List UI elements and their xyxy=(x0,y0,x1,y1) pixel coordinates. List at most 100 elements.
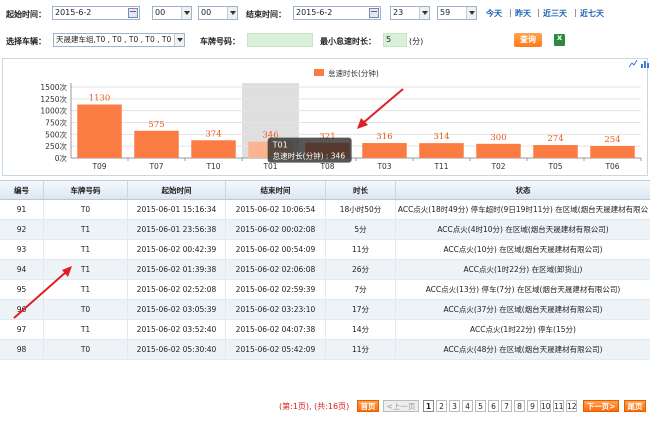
cell-start: 2015-06-02 03:52:40 xyxy=(128,320,226,340)
cell-id: 97 xyxy=(0,320,44,340)
page-number-button[interactable]: 11 xyxy=(553,400,564,412)
page-number-button[interactable]: 5 xyxy=(475,400,486,412)
bar-t10 xyxy=(191,140,236,158)
vehicle-select[interactable]: 天晟建车组,T0 , T0 , T0 , T0 , T0 xyxy=(53,33,185,47)
start-date-input[interactable]: 2015-6-2 xyxy=(52,6,140,20)
calendar-icon[interactable] xyxy=(128,8,138,18)
x-tick-label: T06 xyxy=(604,162,619,171)
col-end: 结束时间 xyxy=(226,181,326,201)
plate-input[interactable] xyxy=(247,33,313,47)
table-row[interactable]: 96 T0 2015-06-02 03:05:39 2015-06-02 03:23:… xyxy=(0,300,650,320)
page-number-button[interactable]: 10 xyxy=(540,400,551,412)
table-row[interactable]: 93 T1 2015-06-02 00:42:39 2015-06-02 00:54:… xyxy=(0,240,650,260)
x-tick-label: T07 xyxy=(148,162,163,171)
data-label: 274 xyxy=(547,134,563,144)
data-label: 314 xyxy=(433,132,449,142)
cell-plate: T1 xyxy=(44,320,128,340)
page-number-button[interactable]: 6 xyxy=(488,400,499,412)
cell-start: 2015-06-02 00:42:39 xyxy=(128,240,226,260)
quick-today-link[interactable]: 今天 xyxy=(486,8,502,19)
table-row[interactable]: 98 T0 2015-06-02 05:30:40 2015-06-02 05:42:… xyxy=(0,340,650,360)
y-tick-label: 0次 xyxy=(55,153,68,163)
col-start: 起始时间 xyxy=(128,181,226,201)
cell-status: ACC点火(48分) 在区域(烟台天晟建材有限公司) xyxy=(443,345,603,354)
calendar-icon[interactable] xyxy=(369,8,379,18)
cell-start: 2015-06-02 01:39:38 xyxy=(128,260,226,280)
min-idle-input[interactable]: 5 xyxy=(383,33,407,47)
page-number-button[interactable]: 12 xyxy=(566,400,577,412)
cell-start: 2015-06-01 23:56:38 xyxy=(128,220,226,240)
end-date-input[interactable]: 2015-6-2 xyxy=(293,6,381,20)
cell-status: ACC点火(10分) 在区域(烟台天晟建材有限公司) xyxy=(443,245,603,254)
x-tick-label: T02 xyxy=(490,162,505,171)
cell-status: ACC点火(18时49分) 停车超时(9日19时11分) 在区域(烟台天晟建材有… xyxy=(397,205,649,214)
page-number-button[interactable]: 4 xyxy=(462,400,473,412)
page-number-button[interactable]: 2 xyxy=(436,400,447,412)
table-row[interactable]: 95 T1 2015-06-02 02:52:08 2015-06-02 02:59:… xyxy=(0,280,650,300)
data-label: 1130 xyxy=(89,94,111,104)
cell-start: 2015-06-01 15:16:34 xyxy=(128,200,226,220)
table-row[interactable]: 91 T0 2015-06-01 15:16:34 2015-06-02 10:06:… xyxy=(0,200,650,220)
cell-status: ACC点火(1时22分) 停车(15分) xyxy=(470,325,576,334)
table-row[interactable]: 94 T1 2015-06-02 01:39:38 2015-06-02 02:06:… xyxy=(0,260,650,280)
x-tick-label: T05 xyxy=(547,162,562,171)
col-plate: 车牌号码 xyxy=(44,181,128,201)
annotation-arrow-line xyxy=(362,88,404,124)
page-number-button[interactable]: 1 xyxy=(423,400,434,412)
cell-duration: 11分 xyxy=(326,340,396,360)
cell-status: ACC点火(4时10分) 在区域(烟台天晟建材有限公司) xyxy=(437,225,609,234)
x-tick-label: T11 xyxy=(433,162,448,171)
excel-export-icon[interactable] xyxy=(554,33,565,46)
cell-duration: 18小时50分 xyxy=(326,200,396,220)
idle-bar-chart: 1500次 1250次 1000次 750次 500次 250次 0次 1130 T09 575 T… xyxy=(2,58,650,176)
end-minute-select[interactable]: 59 xyxy=(437,6,477,20)
cell-status: ACC点火(13分) 停车(7分) 在区域(烟台天晟建材有限公司) xyxy=(425,285,621,294)
cell-plate: T1 xyxy=(44,260,128,280)
cell-end: 2015-06-02 04:07:38 xyxy=(226,320,326,340)
legend-swatch xyxy=(314,69,324,76)
y-tick-label: 1250次 xyxy=(40,94,67,104)
chevron-down-icon xyxy=(466,7,476,19)
end-hour-select[interactable]: 23 xyxy=(390,6,430,20)
cell-id: 92 xyxy=(0,220,44,240)
table-row[interactable]: 97 T1 2015-06-02 03:52:40 2015-06-02 04:07:… xyxy=(0,320,650,340)
bar-chart-icon[interactable] xyxy=(640,59,650,69)
query-button[interactable]: 查询 xyxy=(514,33,542,47)
start-minute-select[interactable]: 00 xyxy=(198,6,238,20)
table-row[interactable]: 92 T1 2015-06-01 23:56:38 2015-06-02 00:02:… xyxy=(0,220,650,240)
start-hour-select[interactable]: 00 xyxy=(152,6,192,20)
prev-page-button[interactable]: <上一页 xyxy=(383,400,419,412)
cell-id: 91 xyxy=(0,200,44,220)
vehicle-filter-row: 选择车辆： 天晟建车组,T0 , T0 , T0 , T0 , T0 车牌号码：… xyxy=(0,28,650,56)
page-number-button[interactable]: 7 xyxy=(501,400,512,412)
first-page-button[interactable]: 首页 xyxy=(357,400,379,412)
last-page-button[interactable]: 尾页 xyxy=(624,400,646,412)
quick-3days-link[interactable]: 近三天 xyxy=(543,8,567,19)
data-label: 374 xyxy=(205,129,221,139)
next-page-button[interactable]: 下一页> xyxy=(583,400,619,412)
x-tick-label: T01 xyxy=(262,162,277,171)
data-label: 254 xyxy=(604,135,620,145)
cell-status: ACC点火(37分) 在区域(烟台天晟建材有限公司) xyxy=(443,305,603,314)
cell-end: 2015-06-02 10:06:54 xyxy=(226,200,326,220)
y-tick-label: 250次 xyxy=(45,141,67,151)
chevron-down-icon xyxy=(419,7,429,19)
y-tick-label: 1000次 xyxy=(40,106,67,116)
page-number-button[interactable]: 9 xyxy=(527,400,538,412)
chevron-down-icon xyxy=(181,7,191,19)
end-time-label: 结束时间： xyxy=(246,10,286,19)
col-id: 编号 xyxy=(0,181,44,201)
cell-duration: 11分 xyxy=(326,240,396,260)
quick-7days-link[interactable]: 近七天 xyxy=(580,8,604,19)
line-chart-icon[interactable] xyxy=(628,59,638,69)
plate-label: 车牌号码： xyxy=(200,37,240,46)
pagination: (第:1页), (共:16页) 首页 <上一页 1 2 3 4 5 6 7 8 9 10 11 12 … xyxy=(0,396,650,416)
cell-plate: T0 xyxy=(44,300,128,320)
cell-plate: T0 xyxy=(44,340,128,360)
page-number-button[interactable]: 3 xyxy=(449,400,460,412)
bar-t03 xyxy=(362,143,407,158)
page-number-button[interactable]: 8 xyxy=(514,400,525,412)
cell-duration: 14分 xyxy=(326,320,396,340)
quick-yesterday-link[interactable]: 昨天 xyxy=(515,8,531,19)
cell-id: 96 xyxy=(0,300,44,320)
